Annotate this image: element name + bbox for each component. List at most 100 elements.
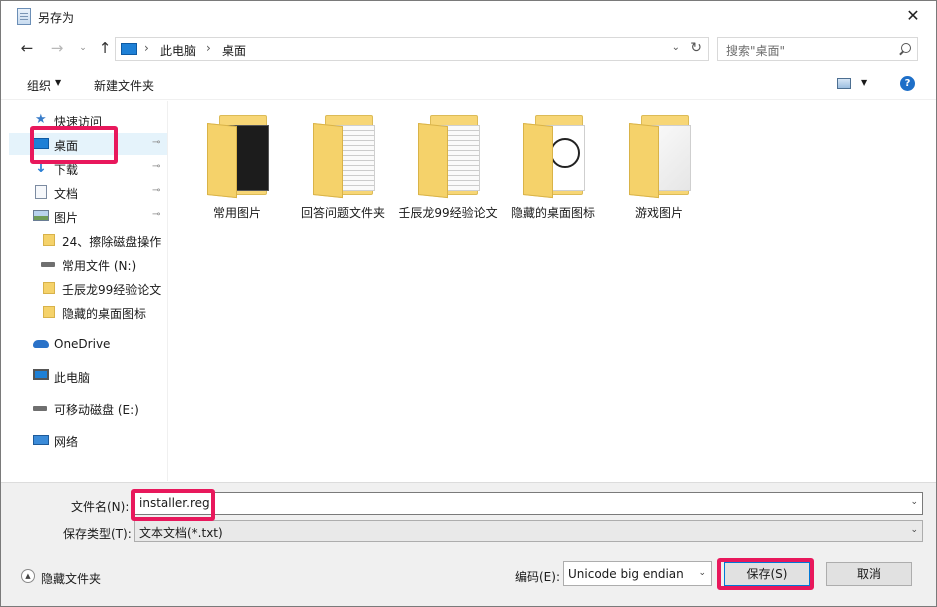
folder-label: 游戏图片 (634, 206, 683, 220)
sidebar-item-onedrive[interactable]: OneDrive (9, 333, 167, 355)
search-input[interactable]: 搜索"桌面" (717, 37, 918, 61)
sidebar-item-label: 桌面 (54, 139, 79, 153)
title-bar: 另存为 ✕ (1, 1, 936, 32)
pin-icon[interactable]: ⊸ (152, 185, 160, 196)
folder-label: 回答问题文件夹 (300, 206, 385, 220)
filetype-select[interactable]: 文本文档(*.txt) ⌄ (134, 520, 923, 542)
sidebar-item-label: 常用文件 (N:) (62, 259, 137, 273)
change-view-icon[interactable] (837, 78, 851, 89)
organize-dropdown-icon[interactable]: ▼ (55, 78, 61, 87)
sidebar-item-label: 图片 (54, 211, 79, 225)
folder-label: 隐藏的桌面图标 (510, 206, 595, 220)
search-icon[interactable] (897, 40, 911, 56)
download-icon: ↓ (35, 160, 47, 176)
folder-item-hidden-desktop-icons[interactable]: 隐藏的桌面图标 (501, 111, 605, 241)
sidebar-item-label: 隐藏的桌面图标 (62, 307, 147, 321)
filename-input[interactable]: installer.reg ⌄ (134, 492, 923, 515)
search-placeholder: 搜索"桌面" (726, 44, 786, 58)
folder-icon (207, 115, 269, 199)
computer-icon (121, 43, 137, 55)
window-title: 另存为 (38, 11, 75, 25)
filetype-value: 文本文档(*.txt) (139, 526, 223, 540)
save-form: 文件名(N): installer.reg ⌄ 保存类型(T): 文本文档(*.… (1, 482, 936, 544)
collapse-up-icon[interactable]: ▲ (21, 569, 35, 583)
breadcrumb-desktop[interactable]: 桌面 (222, 42, 246, 59)
address-dropdown-chevron-icon[interactable]: ⌄ (672, 42, 680, 53)
sidebar-item-erase-disk-folder[interactable]: 24、擦除磁盘操作 (9, 229, 167, 251)
save-as-dialog: 另存为 ✕ ← → ⌄ ↑ › 此电脑 › 桌面 ⌄ ↻ 搜索"桌面" 组织 ▼… (0, 0, 937, 607)
filetype-dropdown-chevron-icon[interactable]: ⌄ (910, 525, 918, 535)
close-button[interactable]: ✕ (890, 1, 936, 32)
breadcrumb-separator-icon[interactable]: › (206, 41, 211, 55)
organize-button[interactable]: 组织 (27, 77, 51, 94)
sidebar-item-label: OneDrive (54, 337, 111, 351)
sidebar-item-downloads[interactable]: ↓ 下载 ⊸ (9, 157, 167, 179)
folder-item-game-pictures[interactable]: 游戏图片 (607, 111, 711, 241)
sidebar-item-documents[interactable]: 文档 ⊸ (9, 181, 167, 203)
back-arrow-icon[interactable]: ← (17, 39, 37, 59)
dialog-footer: ▲ 隐藏文件夹 编码(E): Unicode big endian ⌄ 保存(S… (1, 544, 936, 606)
sidebar-item-removable-disk[interactable]: 可移动磁盘 (E:) (9, 397, 167, 419)
notepad-icon (17, 8, 31, 25)
pin-icon[interactable]: ⊸ (152, 137, 160, 148)
folder-item-answers[interactable]: 回答问题文件夹 (291, 111, 395, 241)
sidebar-item-network[interactable]: 网络 (9, 429, 167, 451)
address-bar[interactable]: › 此电脑 › 桌面 ⌄ ↻ (115, 37, 709, 61)
file-list: 常用图片 回答问题文件夹 壬辰龙99经验论文 隐藏的桌面图标 游戏图片 (169, 101, 935, 481)
encoding-select[interactable]: Unicode big endian ⌄ (563, 561, 712, 586)
forward-arrow-icon[interactable]: → (47, 39, 67, 59)
pin-icon[interactable]: ⊸ (152, 209, 160, 220)
pane-divider[interactable] (167, 101, 168, 481)
save-button[interactable]: 保存(S) (724, 562, 810, 586)
document-icon (35, 185, 47, 199)
encoding-label: 编码(E): (515, 570, 560, 584)
sidebar-item-label: 网络 (54, 435, 79, 449)
encoding-value: Unicode big endian (568, 567, 684, 581)
filename-value[interactable]: installer.reg (139, 496, 210, 510)
filename-dropdown-chevron-icon[interactable]: ⌄ (910, 497, 918, 507)
folder-icon (43, 282, 55, 294)
drive-icon (41, 262, 55, 267)
folder-icon (43, 234, 55, 246)
recent-locations-chevron-icon[interactable]: ⌄ (73, 39, 93, 59)
network-icon (33, 435, 49, 445)
sidebar-item-label: 文档 (54, 187, 79, 201)
filetype-label: 保存类型(T): (63, 527, 132, 541)
computer-icon (33, 369, 49, 380)
sidebar-item-label: 快速访问 (54, 115, 103, 129)
star-icon: ★ (35, 112, 47, 127)
pictures-icon (33, 210, 49, 221)
up-arrow-icon[interactable]: ↑ (95, 39, 115, 59)
sidebar-item-papers-folder[interactable]: 壬辰龙99经验论文 (9, 277, 167, 299)
help-icon[interactable]: ? (900, 76, 915, 91)
pin-icon[interactable]: ⊸ (152, 161, 160, 172)
sidebar-item-desktop[interactable]: 桌面 ⊸ (9, 133, 167, 155)
new-folder-button[interactable]: 新建文件夹 (94, 77, 154, 94)
navigation-pane: ★ 快速访问 桌面 ⊸ ↓ 下载 ⊸ 文档 ⊸ 图片 ⊸ 24、擦除磁盘操作 常… (9, 101, 167, 481)
folder-label: 常用图片 (212, 206, 261, 220)
sidebar-item-this-pc[interactable]: 此电脑 (9, 365, 167, 387)
folder-label: 壬辰龙99经验论文 (398, 206, 498, 220)
hide-folders-toggle[interactable]: 隐藏文件夹 (41, 570, 101, 587)
sidebar-item-drive-n[interactable]: 常用文件 (N:) (9, 253, 167, 275)
sidebar-item-hidden-icons-folder[interactable]: 隐藏的桌面图标 (9, 301, 167, 323)
sidebar-item-label: 壬辰龙99经验论文 (62, 283, 162, 297)
sidebar-item-label: 24、擦除磁盘操作 (62, 235, 162, 249)
sidebar-item-quick-access[interactable]: ★ 快速访问 (9, 109, 167, 131)
folder-icon (629, 115, 691, 199)
refresh-icon[interactable]: ↻ (690, 40, 702, 56)
sidebar-item-label: 下载 (54, 163, 79, 177)
folder-item-common-pictures[interactable]: 常用图片 (185, 111, 289, 241)
sidebar-item-pictures[interactable]: 图片 ⊸ (9, 205, 167, 227)
cancel-button[interactable]: 取消 (826, 562, 912, 586)
onedrive-icon (33, 340, 49, 348)
breadcrumb-separator-icon[interactable]: › (144, 41, 149, 55)
folder-icon (313, 115, 375, 199)
filename-label: 文件名(N): (71, 500, 130, 514)
sidebar-item-label: 此电脑 (54, 371, 91, 385)
folder-item-papers[interactable]: 壬辰龙99经验论文 (396, 111, 500, 241)
usb-drive-icon (33, 406, 47, 411)
encoding-dropdown-chevron-icon[interactable]: ⌄ (698, 568, 706, 578)
breadcrumb-this-pc[interactable]: 此电脑 (160, 42, 196, 59)
view-options-dropdown-icon[interactable]: ▼ (861, 78, 867, 87)
